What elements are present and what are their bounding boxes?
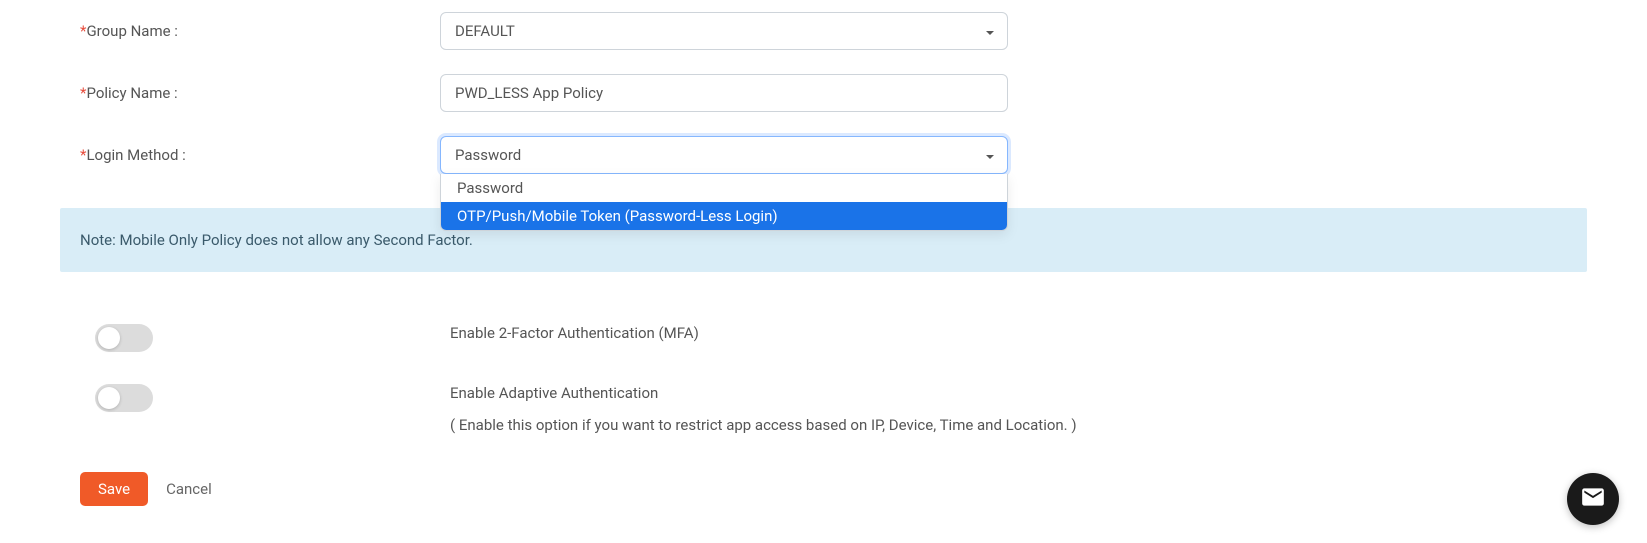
- adaptive-label: Enable Adaptive Authentication: [450, 384, 1647, 402]
- login-method-select-wrapper[interactable]: Password Password OTP/Push/Mobile Token …: [440, 136, 1008, 174]
- toggle-knob: [98, 387, 120, 409]
- group-name-label-text: Group Name :: [86, 22, 177, 40]
- group-name-row: *Group Name : DEFAULT: [0, 0, 1647, 62]
- login-method-label: *Login Method :: [0, 146, 440, 164]
- login-method-select[interactable]: Password: [440, 136, 1008, 174]
- toggle-knob: [98, 327, 120, 349]
- policy-name-label-text: Policy Name :: [86, 84, 177, 102]
- login-method-option-otp[interactable]: OTP/Push/Mobile Token (Password-Less Log…: [441, 202, 1007, 230]
- save-button[interactable]: Save: [80, 472, 148, 506]
- login-method-dropdown: Password OTP/Push/Mobile Token (Password…: [440, 174, 1008, 231]
- policy-name-input[interactable]: [440, 74, 1008, 112]
- login-method-row: *Login Method : Password Password OTP/Pu…: [0, 124, 1647, 186]
- adaptive-sublabel: ( Enable this option if you want to rest…: [450, 416, 1647, 434]
- chat-widget[interactable]: [1567, 473, 1619, 525]
- group-name-label: *Group Name :: [0, 22, 440, 40]
- login-method-label-text: Login Method :: [86, 146, 185, 164]
- adaptive-toggle-row: Enable Adaptive Authentication ( Enable …: [0, 372, 1647, 454]
- mfa-label: Enable 2-Factor Authentication (MFA): [450, 324, 1647, 342]
- mail-icon: [1580, 484, 1606, 514]
- button-row: Save Cancel: [0, 454, 1647, 506]
- policy-name-label: *Policy Name :: [0, 84, 440, 102]
- login-method-option-password[interactable]: Password: [441, 174, 1007, 202]
- mfa-toggle[interactable]: [95, 324, 153, 352]
- group-name-select-wrapper[interactable]: DEFAULT: [440, 12, 1008, 50]
- mfa-toggle-row: Enable 2-Factor Authentication (MFA): [0, 312, 1647, 372]
- group-name-select[interactable]: DEFAULT: [440, 12, 1008, 50]
- policy-name-row: *Policy Name :: [0, 62, 1647, 124]
- adaptive-toggle[interactable]: [95, 384, 153, 412]
- cancel-button[interactable]: Cancel: [166, 480, 212, 498]
